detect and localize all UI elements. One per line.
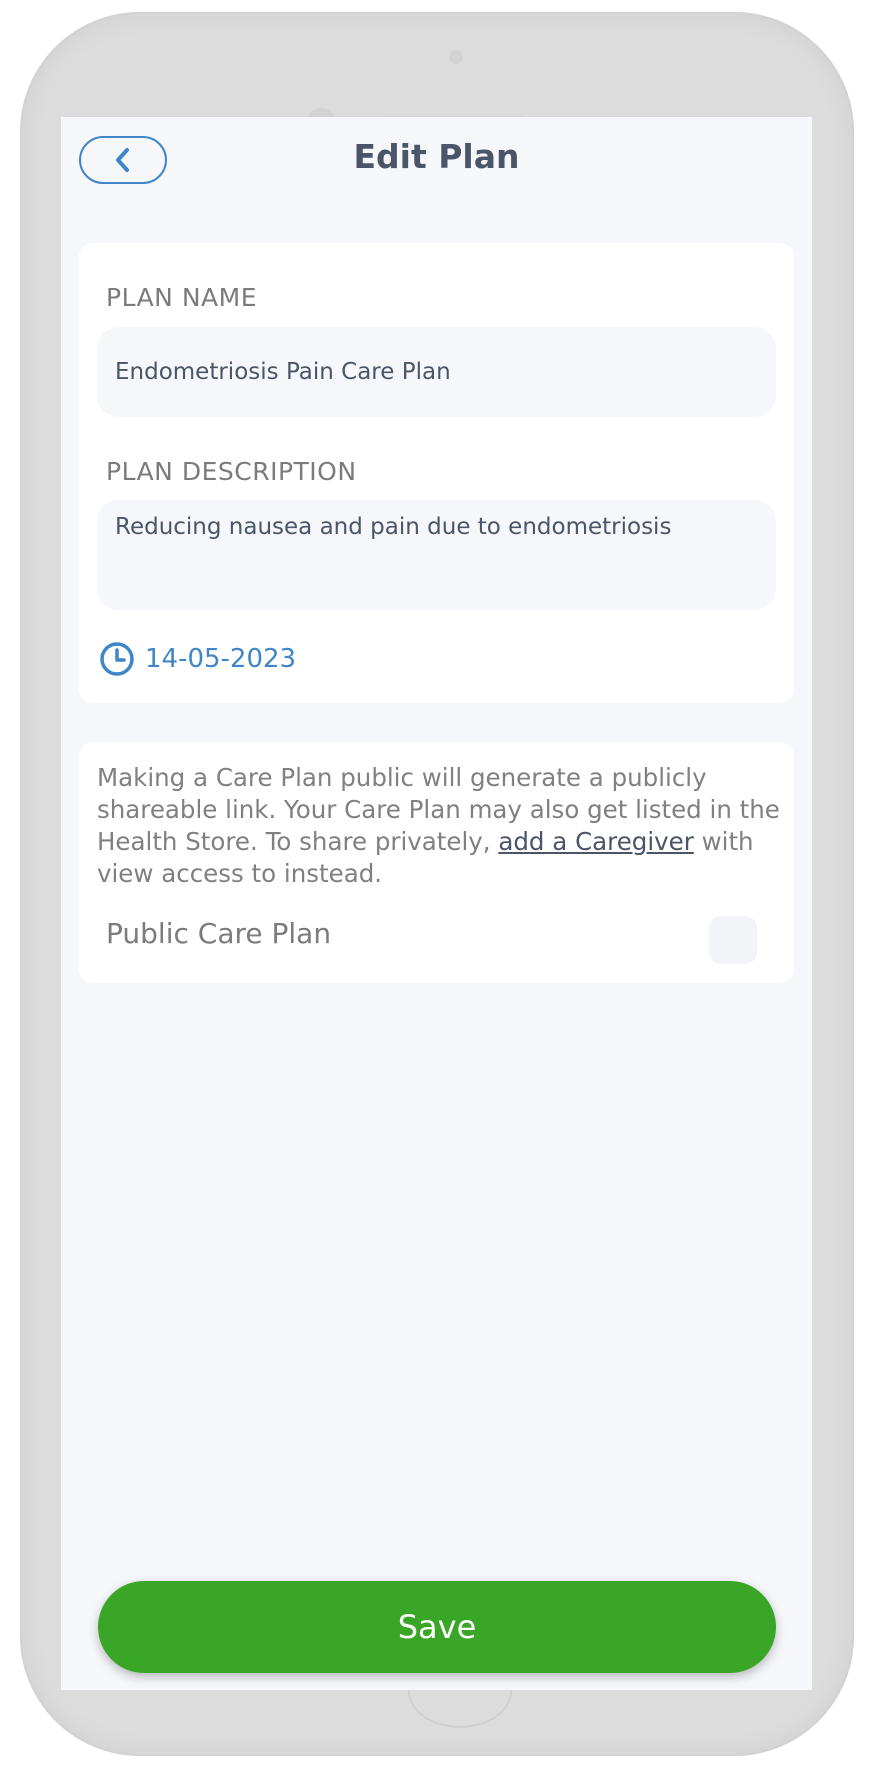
plan-date-row[interactable]: 14-05-2023 [99, 641, 296, 677]
plan-details-card: PLAN NAME Endometriosis Pain Care Plan P… [79, 243, 794, 703]
plan-date: 14-05-2023 [145, 644, 297, 674]
plan-description-label: PLAN DESCRIPTION [106, 457, 357, 486]
public-plan-info: Making a Care Plan public will generate … [97, 762, 782, 890]
plan-description-field[interactable]: Reducing nausea and pain due to endometr… [97, 500, 776, 610]
add-caregiver-link[interactable]: add a Caregiver [498, 827, 693, 856]
app-screen: Edit Plan PLAN NAME Endometriosis Pain C… [61, 117, 812, 1690]
public-care-plan-label: Public Care Plan [106, 917, 332, 950]
public-care-plan-checkbox[interactable] [709, 916, 757, 964]
plan-name-label: PLAN NAME [106, 283, 257, 312]
public-plan-card: Making a Care Plan public will generate … [79, 742, 794, 983]
plan-name-field[interactable]: Endometriosis Pain Care Plan [97, 327, 776, 417]
clock-icon [100, 642, 134, 676]
page-title: Edit Plan [353, 137, 520, 176]
sensor-dot [449, 50, 463, 64]
save-button[interactable]: Save [98, 1581, 776, 1673]
